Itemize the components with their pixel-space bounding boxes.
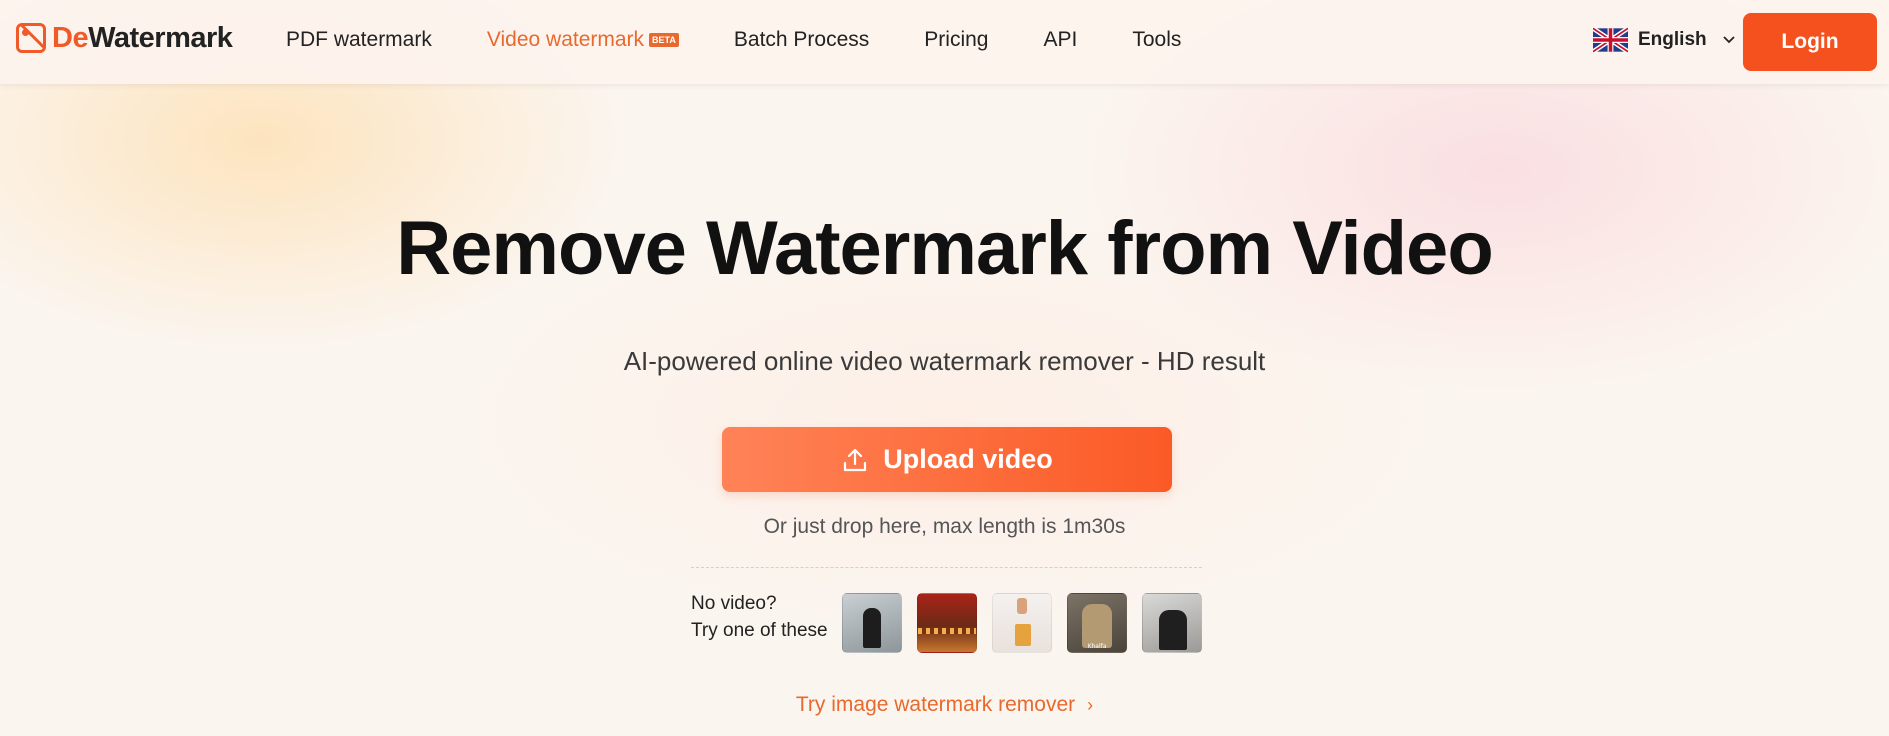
logo-text-prefix: De xyxy=(52,21,89,54)
sample-video-thumb-1[interactable] xyxy=(842,593,902,653)
sample-video-thumb-2[interactable] xyxy=(917,593,977,653)
nav-pdf-watermark[interactable]: PDF watermark xyxy=(286,28,432,52)
nav-pricing[interactable]: Pricing xyxy=(924,28,988,52)
samples-label-line2: Try one of these xyxy=(691,620,828,641)
upload-video-button[interactable]: Upload video xyxy=(722,427,1172,492)
nav-video-watermark-label: Video watermark xyxy=(486,28,645,51)
page-subtitle: AI-powered online video watermark remove… xyxy=(623,346,1266,376)
sample-video-thumb-3[interactable] xyxy=(992,593,1052,653)
language-selector[interactable]: English xyxy=(1593,27,1735,53)
sample-video-thumb-4[interactable]: Khalfa xyxy=(1067,593,1127,653)
logo[interactable]: DeWatermark xyxy=(16,20,233,56)
try-image-remover-link[interactable]: Try image watermark remover › xyxy=(0,693,1889,717)
nav-tools[interactable]: Tools xyxy=(1132,28,1181,52)
logo-text: DeWatermark xyxy=(52,21,233,55)
chevron-down-icon xyxy=(1722,36,1735,44)
sample-thumbnails: Khalfa xyxy=(842,593,1202,653)
thumb-watermark-text: Khalfa xyxy=(1087,643,1107,650)
top-navbar: DeWatermark PDF watermark Video watermar… xyxy=(0,0,1889,84)
logo-text-suffix: Watermark xyxy=(88,21,233,54)
main-nav: PDF watermark Video watermark BETA Batch… xyxy=(286,28,1236,52)
samples-label: No video? Try one of these xyxy=(691,590,831,644)
nav-batch-process[interactable]: Batch Process xyxy=(734,28,869,52)
beta-badge: BETA xyxy=(649,33,679,47)
language-label: English xyxy=(1638,29,1707,50)
chevron-right-icon: › xyxy=(1087,695,1094,715)
nav-video-watermark[interactable]: Video watermark BETA xyxy=(487,28,679,52)
drop-hint: Or just drop here, max length is 1m30s xyxy=(763,515,1126,538)
upload-video-label: Upload video xyxy=(883,444,1053,474)
uk-flag-icon xyxy=(1593,27,1628,53)
try-image-remover-label: Try image watermark remover xyxy=(795,693,1076,716)
logo-icon xyxy=(16,23,46,53)
divider xyxy=(691,567,1202,568)
upload-icon xyxy=(844,448,867,471)
nav-api[interactable]: API xyxy=(1044,28,1078,52)
page-title: Remove Watermark from Video xyxy=(396,206,1494,291)
samples-label-line1: No video? xyxy=(691,593,777,614)
sample-video-thumb-5[interactable] xyxy=(1142,593,1202,653)
login-button[interactable]: Login xyxy=(1743,13,1877,71)
